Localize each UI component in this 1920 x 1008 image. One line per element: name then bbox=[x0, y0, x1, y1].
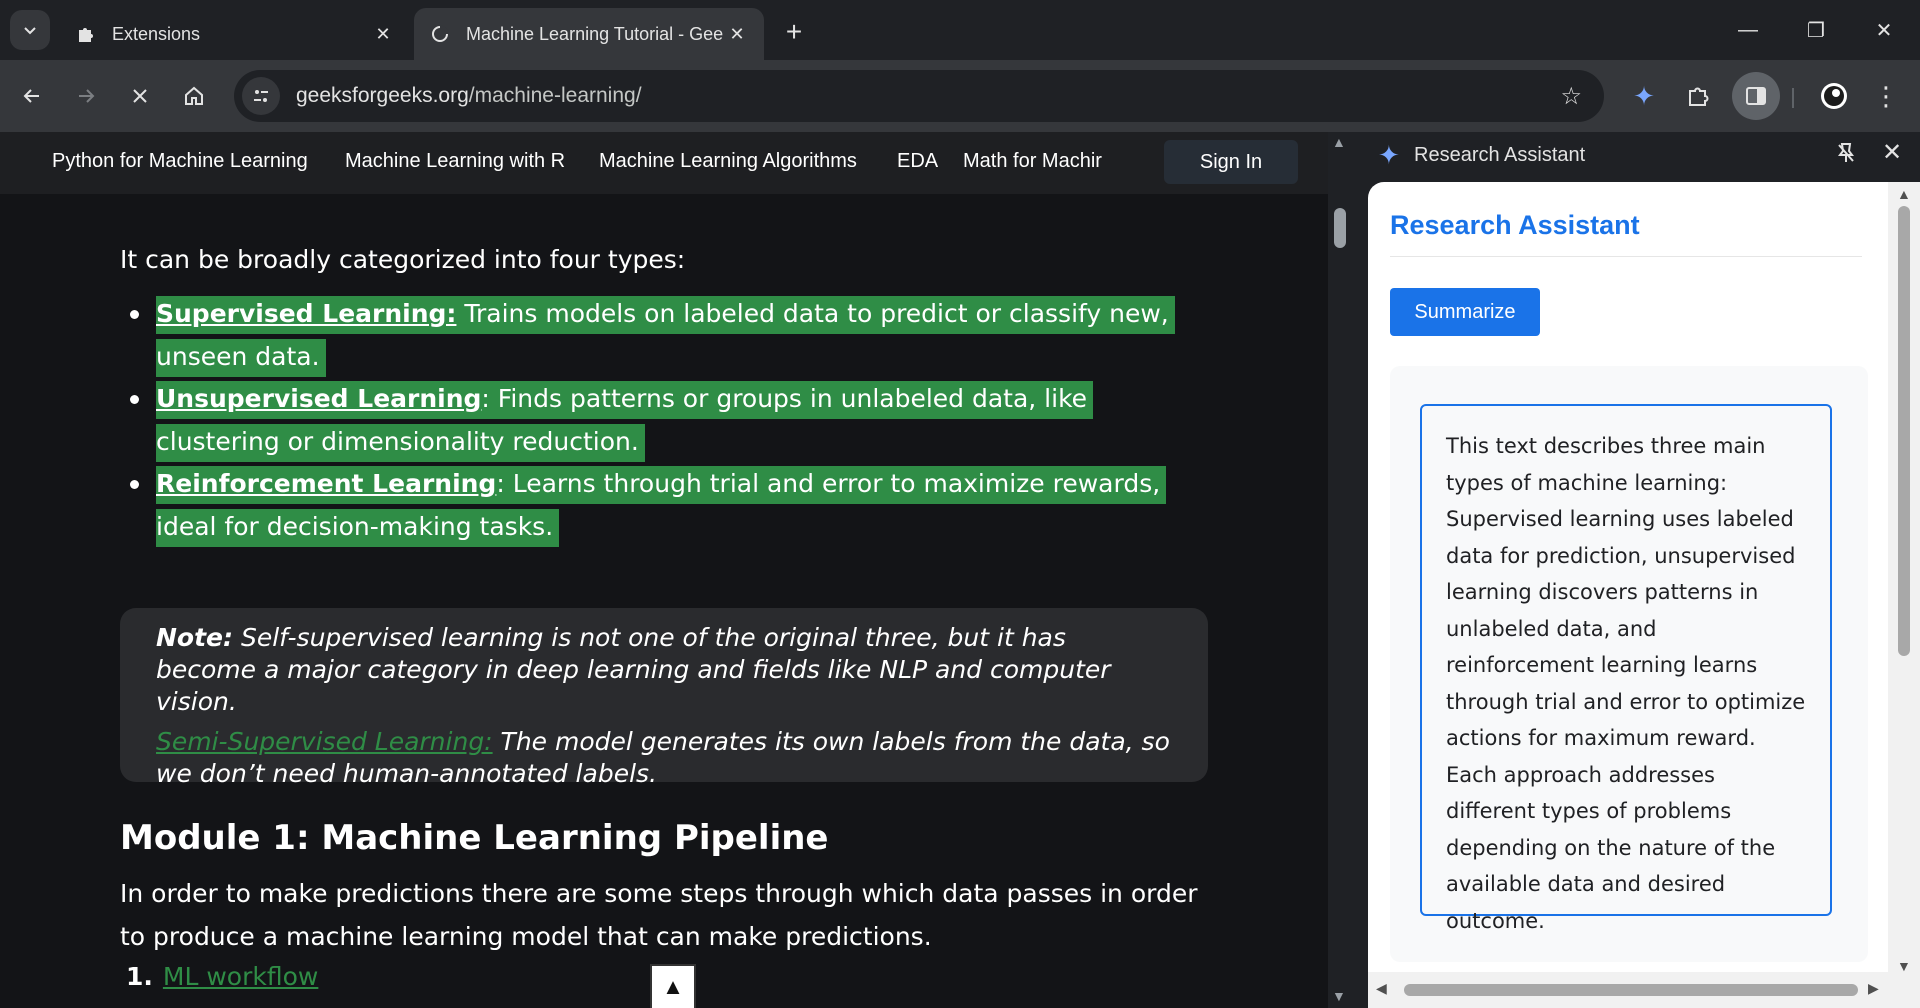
page-scrollbar[interactable]: ▲ ▼ bbox=[1328, 132, 1352, 1008]
scroll-to-top-button[interactable]: ▲ bbox=[650, 964, 696, 1008]
scroll-up-arrow-icon[interactable]: ▲ bbox=[1897, 186, 1911, 202]
menu-kebab-icon[interactable]: ⋮ bbox=[1866, 76, 1906, 116]
arrow-left-icon bbox=[23, 89, 39, 103]
home-icon bbox=[185, 86, 203, 105]
extension-frame: Research Assistant Summarize This text d… bbox=[1368, 182, 1888, 1008]
toolbar-separator bbox=[1792, 88, 1794, 108]
term-link[interactable]: Supervised Learning: bbox=[156, 299, 456, 328]
avatar-icon bbox=[1821, 83, 1847, 109]
nav-link-ml-with-r[interactable]: Machine Learning with R bbox=[345, 150, 565, 173]
loading-globe-icon bbox=[432, 25, 449, 42]
tab-search-button[interactable] bbox=[10, 10, 50, 50]
profile-avatar[interactable] bbox=[1814, 76, 1854, 116]
summary-text: This text describes three main types of … bbox=[1420, 404, 1832, 933]
summary-card: This text describes three main types of … bbox=[1390, 366, 1868, 962]
term-link[interactable]: Unsupervised Learning bbox=[156, 384, 481, 413]
list-item: Unsupervised Learning: Finds patterns or… bbox=[120, 377, 1210, 463]
summarize-button[interactable]: Summarize bbox=[1390, 288, 1540, 336]
tab-title: Extensions bbox=[112, 23, 201, 44]
stop-x-icon bbox=[133, 89, 147, 103]
note-text: Self-supervised learning is not one of t… bbox=[156, 623, 1111, 716]
home-button[interactable] bbox=[174, 76, 214, 116]
note-paragraph: Note: Self-supervised learning is not on… bbox=[156, 622, 1172, 718]
minimize-button[interactable]: — bbox=[1720, 10, 1776, 50]
unpin-icon[interactable] bbox=[1836, 142, 1856, 170]
list-number: 1. bbox=[126, 962, 153, 991]
bookmark-star-icon[interactable]: ☆ bbox=[1560, 82, 1582, 111]
gemini-sparkle-icon[interactable]: ✦ bbox=[1624, 76, 1664, 116]
divider bbox=[1390, 256, 1862, 257]
site-nav: Python for Machine Learning Machine Lear… bbox=[0, 132, 1328, 194]
url-text: geeksforgeeks.org/machine-learning/ bbox=[296, 84, 642, 108]
note-label: Note: bbox=[156, 623, 234, 652]
semi-paragraph: Semi-Supervised Learning: The model gene… bbox=[156, 726, 1172, 790]
scrollbar-thumb[interactable] bbox=[1404, 984, 1858, 996]
panel-vertical-scrollbar[interactable]: ▲ ▼ bbox=[1888, 182, 1920, 1008]
back-button[interactable] bbox=[12, 76, 52, 116]
panel-heading: Research Assistant bbox=[1390, 210, 1640, 240]
side-panel-icon bbox=[1746, 87, 1766, 105]
nav-link-ml-algorithms[interactable]: Machine Learning Algorithms bbox=[599, 150, 857, 173]
address-bar[interactable]: geeksforgeeks.org/machine-learning/ ☆ bbox=[234, 70, 1604, 122]
scroll-down-arrow-icon[interactable]: ▼ bbox=[1897, 958, 1911, 974]
close-icon[interactable]: ✕ bbox=[1882, 138, 1902, 167]
side-panel-title: Research Assistant bbox=[1414, 144, 1586, 166]
site-info-icon[interactable] bbox=[242, 77, 280, 115]
scroll-down-arrow-icon[interactable]: ▼ bbox=[1332, 988, 1346, 1004]
list-item: Reinforcement Learning: Learns through t… bbox=[120, 462, 1210, 548]
puzzle-icon bbox=[1689, 87, 1709, 106]
tab-machine-learning[interactable]: Machine Learning Tutorial - Gee ✕ bbox=[414, 8, 764, 60]
puzzle-icon bbox=[79, 28, 93, 42]
chevron-down-icon bbox=[24, 27, 36, 35]
arrow-right-icon bbox=[79, 89, 95, 103]
term-link[interactable]: Reinforcement Learning bbox=[156, 469, 496, 498]
ml-types-list: Supervised Learning: Trains models on la… bbox=[120, 292, 1210, 548]
ml-workflow-link[interactable]: ML workflow bbox=[163, 962, 318, 991]
close-icon[interactable]: ✕ bbox=[726, 23, 748, 45]
intro-text: It can be broadly categorized into four … bbox=[120, 245, 686, 274]
scrollbar-thumb[interactable] bbox=[1334, 208, 1346, 248]
nav-link-python-ml[interactable]: Python for Machine Learning bbox=[52, 150, 308, 173]
side-panel-button[interactable] bbox=[1732, 72, 1780, 120]
scroll-left-arrow-icon[interactable]: ◀ bbox=[1376, 980, 1387, 997]
semi-supervised-link[interactable]: Semi-Supervised Learning: bbox=[156, 727, 493, 756]
restore-button[interactable]: ❐ bbox=[1788, 10, 1844, 50]
scroll-up-arrow-icon[interactable]: ▲ bbox=[1332, 134, 1346, 150]
sign-in-button[interactable]: Sign In bbox=[1164, 140, 1298, 184]
side-panel-header: ✦ Research Assistant ✕ bbox=[1352, 132, 1920, 182]
note-box: Note: Self-supervised learning is not on… bbox=[120, 608, 1208, 788]
scroll-right-arrow-icon[interactable]: ▶ bbox=[1868, 980, 1879, 997]
window-close-button[interactable]: ✕ bbox=[1856, 10, 1912, 50]
tab-strip: Extensions ✕ Machine Learning Tutorial -… bbox=[0, 0, 1920, 60]
browser-toolbar: geeksforgeeks.org/machine-learning/ ☆ ✦ … bbox=[0, 60, 1920, 132]
module-text: In order to make predictions there are s… bbox=[120, 879, 1198, 951]
url-domain: geeksforgeeks.org bbox=[296, 84, 469, 107]
panel-horizontal-scrollbar[interactable]: ◀ ▶ bbox=[1368, 972, 1888, 1008]
list-item: Supervised Learning: Trains models on la… bbox=[120, 292, 1210, 378]
close-icon[interactable]: ✕ bbox=[372, 23, 394, 45]
side-panel: ✦ Research Assistant ✕ Research Assistan… bbox=[1352, 132, 1920, 1008]
sparkle-icon: ✦ bbox=[1378, 140, 1400, 170]
nav-link-eda[interactable]: EDA bbox=[897, 150, 938, 173]
forward-button[interactable] bbox=[66, 76, 106, 116]
stop-button[interactable] bbox=[120, 76, 160, 116]
nav-link-math[interactable]: Math for Machir bbox=[963, 150, 1105, 173]
ordered-list-item: 1. ML workflow bbox=[126, 962, 318, 991]
new-tab-button[interactable]: + bbox=[776, 14, 812, 50]
module-heading: Module 1: Machine Learning Pipeline bbox=[120, 818, 829, 858]
extensions-button[interactable] bbox=[1678, 76, 1718, 116]
scrollbar-thumb[interactable] bbox=[1898, 206, 1910, 656]
web-page: Python for Machine Learning Machine Lear… bbox=[0, 132, 1328, 1008]
tab-title: Machine Learning Tutorial - Gee bbox=[466, 23, 724, 44]
tab-extensions[interactable]: Extensions ✕ bbox=[60, 8, 410, 60]
url-path: /machine-learning/ bbox=[468, 84, 642, 107]
